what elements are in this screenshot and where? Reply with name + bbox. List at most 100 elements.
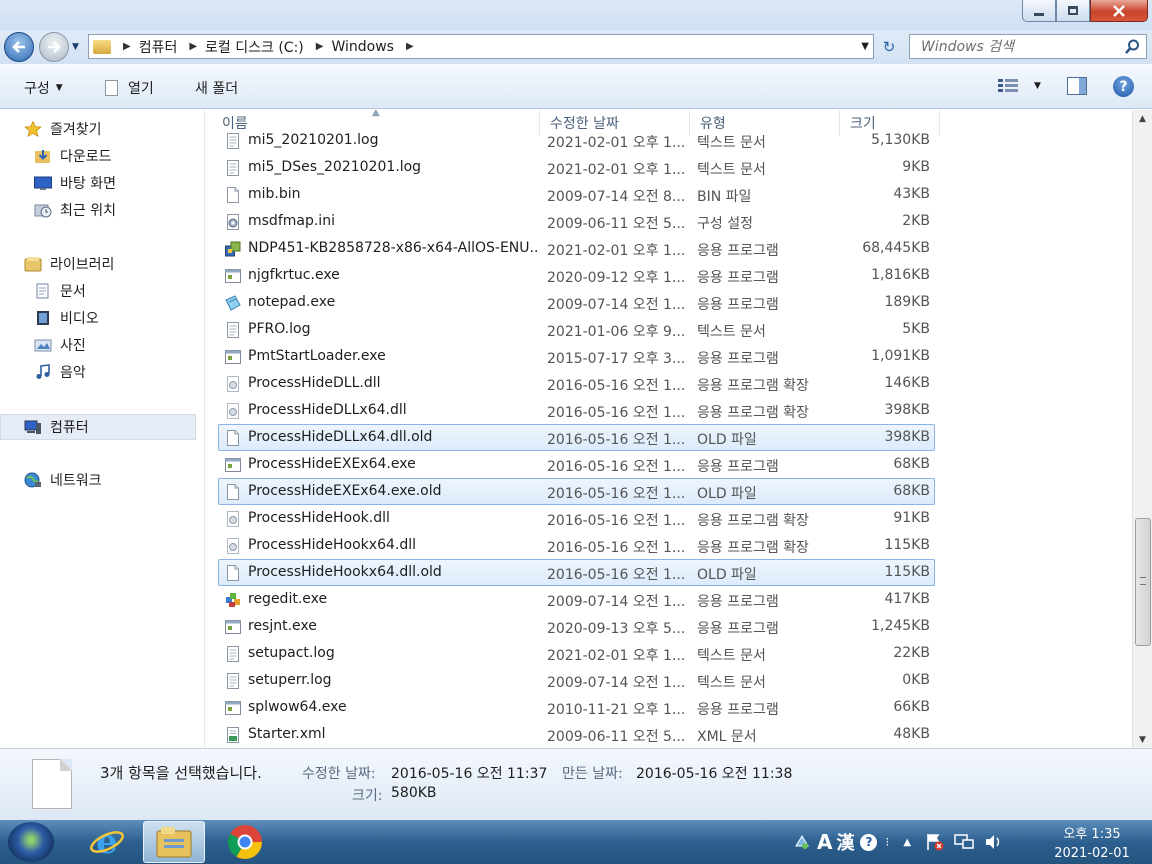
nav-network[interactable]: 네트워크 [24, 469, 102, 491]
file-row[interactable]: splwow64.exe 2010-11-21 오후 1... 응용 프로그램 66K… [218, 694, 935, 721]
show-hidden-icons-icon[interactable]: ▲ [903, 837, 911, 848]
file-name: mi5_20210201.log [248, 132, 379, 148]
taskbar-chrome[interactable] [214, 821, 276, 863]
change-view-button[interactable]: ▼ [998, 79, 1041, 93]
file-date: 2016-05-16 오전 1... [547, 540, 686, 556]
taskbar-clock[interactable]: 오후 1:35 2021-02-01 [1040, 820, 1144, 864]
forward-button[interactable] [39, 32, 69, 62]
new-folder-button[interactable]: 새 폴더 [195, 78, 238, 98]
file-row[interactable]: ProcessHideHook.dll 2016-05-16 오전 1... 응용 … [218, 505, 935, 532]
nav-pictures[interactable]: 사진 [34, 334, 86, 356]
ime-help-icon[interactable]: ? [860, 833, 878, 851]
help-button[interactable]: ? [1113, 76, 1134, 97]
chevron-right-icon[interactable]: ▶ [123, 41, 131, 52]
scroll-up-button[interactable]: ▲ [1133, 110, 1152, 127]
maximize-button[interactable] [1056, 0, 1090, 22]
nav-recent[interactable]: 최근 위치 [34, 199, 116, 221]
nav-music[interactable]: 음악 [34, 361, 86, 383]
address-history-dropdown[interactable]: ▼ [861, 41, 869, 52]
nav-downloads-label: 다운로드 [60, 149, 112, 165]
file-type: 텍스트 문서 [697, 135, 766, 151]
file-row[interactable]: ProcessHideHookx64.dll.old 2016-05-16 오전 … [218, 559, 935, 586]
file-date: 2016-05-16 오전 1... [547, 378, 686, 394]
taskbar-internet-explorer[interactable]: e [76, 821, 138, 863]
breadcrumb-computer[interactable]: 컴퓨터 [139, 37, 178, 57]
file-name: PmtStartLoader.exe [248, 348, 386, 364]
file-row[interactable]: NDP451-KB2858728-x86-x64-AllOS-ENU... 202… [218, 235, 935, 262]
file-size: 115KB [884, 564, 930, 580]
file-row[interactable]: notepad.exe 2009-07-14 오전 1... 응용 프로그램 189K… [218, 289, 935, 316]
file-row[interactable]: resjnt.exe 2020-09-13 오후 5... 응용 프로그램 1,245… [218, 613, 935, 640]
address-bar[interactable]: ▶ 컴퓨터 ▶ 로컬 디스크 (C:) ▶ Windows ▶ ▼ [88, 34, 874, 59]
chevron-right-icon[interactable]: ▶ [406, 41, 414, 52]
modified-date-value: 2016-05-16 오전 11:37 [391, 766, 548, 782]
file-type: 구성 설정 [697, 216, 753, 232]
nav-favorites[interactable]: 즐겨찾기 [24, 118, 102, 140]
nav-network-label: 네트워크 [50, 473, 102, 489]
ime-mode-indicator[interactable]: A [817, 830, 832, 854]
taskbar-windows-explorer[interactable] [143, 821, 205, 863]
file-row[interactable]: regedit.exe 2009-07-14 오전 1... 응용 프로그램 417K… [218, 586, 935, 613]
nav-computer[interactable]: 컴퓨터 [24, 416, 89, 438]
scrollbar-thumb[interactable] [1135, 518, 1151, 646]
star-icon [24, 121, 42, 137]
search-box[interactable] [909, 34, 1147, 59]
nav-libraries[interactable]: 라이브러리 [24, 253, 114, 275]
file-date: 2016-05-16 오전 1... [547, 486, 686, 502]
file-row[interactable]: mi5_20210201.log 2021-02-01 오후 1... 텍스트 문서… [218, 127, 935, 154]
xml-file-icon [225, 727, 241, 743]
action-center-flag-icon[interactable] [925, 832, 945, 852]
file-date: 2009-06-11 오전 5... [547, 729, 686, 745]
open-button[interactable]: 열기 [105, 78, 154, 98]
chevron-right-icon[interactable]: ▶ [316, 41, 324, 52]
minimize-button[interactable] [1022, 0, 1056, 22]
file-row[interactable]: ProcessHideHookx64.dll 2016-05-16 오전 1...… [218, 532, 935, 559]
nav-downloads[interactable]: 다운로드 [34, 145, 112, 167]
file-row[interactable]: ProcessHideDLLx64.dll 2016-05-16 오전 1... 응… [218, 397, 935, 424]
breadcrumb-local-disk[interactable]: 로컬 디스크 (C:) [205, 37, 304, 57]
file-row[interactable]: ProcessHideEXEx64.exe 2016-05-16 오전 1... 응… [218, 451, 935, 478]
nav-desktop[interactable]: 바탕 화면 [34, 172, 116, 194]
file-row[interactable]: mib.bin 2009-07-14 오전 8... BIN 파일 43KB [218, 181, 935, 208]
nav-videos[interactable]: 비디오 [34, 307, 99, 329]
file-name: setupact.log [248, 645, 335, 661]
file-name: splwow64.exe [248, 699, 347, 715]
scroll-down-button[interactable]: ▼ [1133, 731, 1152, 748]
close-button[interactable] [1090, 0, 1148, 22]
file-date: 2021-02-01 오후 1... [547, 162, 686, 178]
file-row[interactable]: PmtStartLoader.exe 2015-07-17 오후 3... 응용 프… [218, 343, 935, 370]
hanja-indicator[interactable]: 漢 [836, 829, 854, 855]
file-row[interactable]: njgfkrtuc.exe 2020-09-12 오후 1... 응용 프로그램 1,… [218, 262, 935, 289]
exe-icon [225, 457, 241, 473]
search-input[interactable] [921, 38, 1121, 56]
refresh-button[interactable]: ↻ [876, 34, 902, 59]
file-row[interactable]: Starter.xml 2009-06-11 오전 5... XML 문서 48KB [218, 721, 935, 748]
preview-pane-button[interactable] [1067, 77, 1087, 95]
file-row[interactable]: ProcessHideDLL.dll 2016-05-16 오전 1... 응용 프… [218, 370, 935, 397]
file-row[interactable]: PFRO.log 2021-01-06 오후 9... 텍스트 문서 5KB [218, 316, 935, 343]
search-icon[interactable] [1123, 38, 1141, 56]
ime-options-icon[interactable]: ⁝ [885, 835, 889, 849]
back-button[interactable] [4, 32, 34, 62]
nav-documents[interactable]: 문서 [34, 280, 86, 302]
dll-icon [225, 376, 241, 392]
file-date: 2015-07-17 오후 3... [547, 351, 686, 367]
file-name: NDP451-KB2858728-x86-x64-AllOS-ENU... [248, 240, 538, 256]
start-button[interactable] [8, 822, 54, 862]
recent-pages-dropdown[interactable]: ▼ [72, 42, 82, 52]
file-row[interactable]: mi5_DSes_20210201.log 2021-02-01 오후 1... 텍… [218, 154, 935, 181]
organize-button[interactable]: 구성 ▼ [24, 78, 63, 98]
file-row[interactable]: setuperr.log 2009-07-14 오전 1... 텍스트 문서 0KB [218, 667, 935, 694]
taskbar: e A 漢 ? ⁝ ▲ 오후 1:35 2021-02-01 [0, 820, 1152, 864]
breadcrumb-windows[interactable]: Windows [331, 39, 394, 55]
vertical-scrollbar[interactable]: ▲ ▼ [1132, 110, 1152, 748]
network-status-icon[interactable] [953, 832, 975, 852]
chevron-right-icon[interactable]: ▶ [189, 41, 197, 52]
file-size: 66KB [893, 699, 930, 715]
volume-icon[interactable] [983, 832, 1003, 852]
file-row[interactable]: ProcessHideDLLx64.dll.old 2016-05-16 오전 1… [218, 424, 935, 451]
language-bar-icon[interactable] [792, 832, 812, 852]
file-row[interactable]: setupact.log 2021-02-01 오후 1... 텍스트 문서 22KB [218, 640, 935, 667]
file-row[interactable]: msdfmap.ini 2009-06-11 오전 5... 구성 설정 2KB [218, 208, 935, 235]
file-row[interactable]: ProcessHideEXEx64.exe.old 2016-05-16 오전 1… [218, 478, 935, 505]
